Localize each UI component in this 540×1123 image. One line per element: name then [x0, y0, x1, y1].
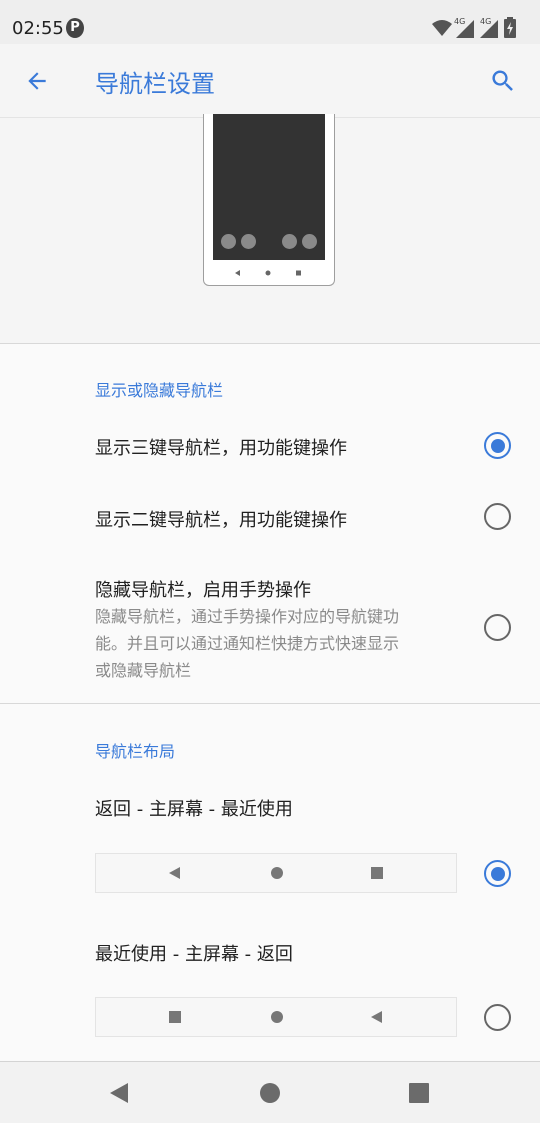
recents-square-icon [371, 867, 383, 879]
back-triangle-icon [371, 1011, 382, 1023]
preview-dot [221, 234, 236, 249]
layout-option-recents-home-back-title[interactable]: 最近使用 - 主屏幕 - 返回 [95, 940, 293, 966]
option-three-key-nav-title[interactable]: 显示三键导航栏，用功能键操作 [95, 434, 347, 460]
home-circle-icon [260, 1083, 280, 1103]
nav-preview-area [0, 114, 540, 344]
preview-dot [302, 234, 317, 249]
layout-option-recents-home-back-radio[interactable] [484, 1004, 511, 1031]
back-triangle-icon [169, 867, 180, 879]
page-title: 导航栏设置 [95, 70, 215, 98]
wifi-icon [432, 20, 452, 36]
layout-preview-recents-home-back[interactable] [95, 997, 457, 1037]
nav-recents-button[interactable] [402, 1076, 436, 1110]
arrow-back-icon [28, 72, 46, 90]
layout-preview-back-home-recents[interactable] [95, 853, 457, 893]
parking-notification-icon: P [66, 18, 84, 38]
search-icon [492, 70, 513, 91]
system-nav-bar [0, 1061, 540, 1123]
option-two-key-nav-radio[interactable] [484, 503, 511, 530]
layout-option-back-home-recents-radio[interactable] [484, 860, 511, 887]
signal-label-1: 4G [454, 17, 465, 26]
preview-nav-buttons [235, 270, 301, 276]
search-button[interactable] [480, 58, 526, 104]
recents-square-icon [409, 1083, 429, 1103]
back-triangle-icon [110, 1083, 128, 1103]
option-hide-nav-title[interactable]: 隐藏导航栏，启用手势操作 [95, 576, 311, 602]
home-circle-icon [271, 1011, 283, 1023]
nav-back-button[interactable] [102, 1076, 136, 1110]
section-header-show-hide: 显示或隐藏导航栏 [95, 381, 224, 400]
back-button[interactable] [14, 58, 60, 104]
option-hide-nav-summary-line: 或隐藏导航栏 [95, 661, 192, 680]
preview-dot [241, 234, 256, 249]
preview-dot [282, 234, 297, 249]
option-hide-nav-summary-line: 能。并且可以通过通知栏快捷方式快速显示 [95, 634, 400, 653]
battery-charging-icon [504, 17, 516, 38]
preview-recents-icon [296, 270, 301, 276]
option-hide-nav-radio[interactable] [484, 614, 511, 641]
section-header-layout: 导航栏布局 [95, 742, 176, 761]
status-icons: 4G 4G [432, 17, 516, 38]
option-two-key-nav-title[interactable]: 显示二键导航栏，用功能键操作 [95, 506, 347, 532]
option-hide-nav-summary: 隐藏导航栏，通过手势操作对应的导航键功 能。并且可以通过通知栏快捷方式快速显示 … [95, 603, 455, 684]
phone-preview-screen [213, 114, 325, 260]
preview-home-icon [265, 270, 271, 276]
section-divider [0, 703, 540, 704]
nav-home-button[interactable] [253, 1076, 287, 1110]
status-bar: 02:55 P 4G 4G [0, 0, 540, 44]
preview-back-icon [235, 270, 240, 276]
layout-option-back-home-recents-title[interactable]: 返回 - 主屏幕 - 最近使用 [95, 795, 293, 821]
home-circle-icon [271, 867, 283, 879]
status-time: 02:55 [12, 18, 64, 39]
phone-preview-illustration [203, 114, 335, 286]
option-hide-nav-summary-line: 隐藏导航栏，通过手势操作对应的导航键功 [95, 607, 400, 626]
option-three-key-nav-radio[interactable] [484, 432, 511, 459]
recents-square-icon [169, 1011, 181, 1023]
app-bar: 导航栏设置 [0, 44, 540, 118]
signal-label-2: 4G [480, 17, 491, 26]
